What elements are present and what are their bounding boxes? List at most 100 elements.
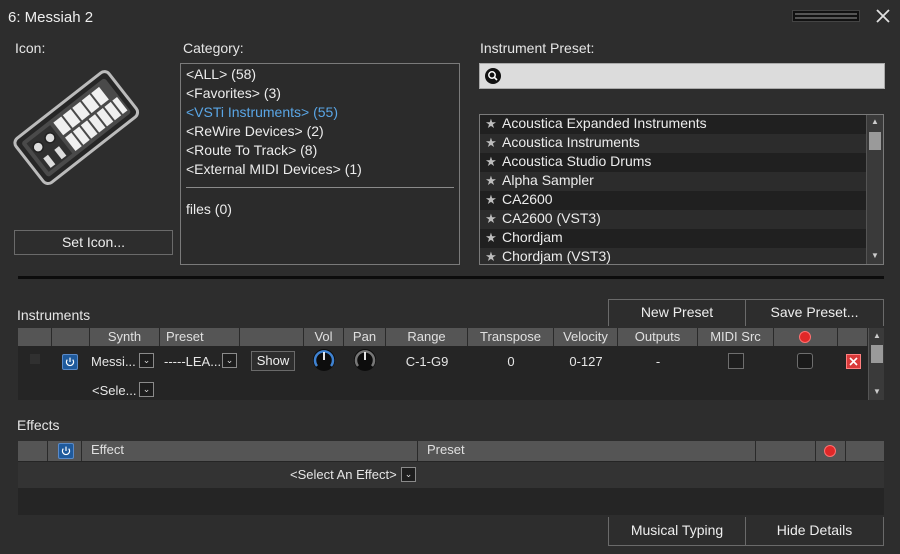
synth-column-header: Synth [90,328,160,346]
scrollbar-thumb[interactable] [869,132,881,150]
preset-list[interactable]: ★ Acoustica Expanded Instruments ★ Acousti… [479,114,884,265]
preset-list-item[interactable]: ★ Chordjam [480,229,866,248]
star-icon[interactable]: ★ [480,192,502,208]
table-header-cell [48,441,82,461]
chevron-down-icon[interactable]: ⌄ [222,353,237,368]
category-list[interactable]: <ALL> (58) <Favorites> (3) <VSTi Instrum… [180,63,460,265]
scroll-up-icon[interactable]: ▲ [871,117,879,126]
table-header-cell [52,328,90,346]
chevron-down-icon[interactable]: ⌄ [139,382,154,397]
section-divider [18,276,884,279]
scrollbar-thumb[interactable] [871,345,883,363]
star-icon[interactable]: ★ [480,230,502,246]
table-header-cell [18,328,52,346]
pan-column-header: Pan [344,328,386,346]
record-column-header [816,441,846,461]
midi-src-checkbox[interactable] [728,353,744,369]
icon-label: Icon: [15,40,46,56]
output-level-meter [792,10,860,22]
effects-select-row: <Select An Effect> ⌄ [18,462,884,488]
preset-column-header: Preset [160,328,240,346]
title-bar: 6: Messiah 2 [0,0,900,34]
search-icon [485,68,501,84]
vol-column-header: Vol [304,328,344,346]
preset-list-scrollbar[interactable]: ▲ ▼ [866,115,883,264]
synth-name: Messi... [91,354,136,369]
instruments-label: Instruments [17,307,91,323]
category-item-rewire-devices[interactable]: <ReWire Devices> (2) [186,123,324,139]
table-header-cell [240,328,304,346]
close-icon[interactable] [873,6,893,26]
transpose-column-header: Transpose [468,328,554,346]
preset-list-item[interactable]: ★ CA2600 [480,191,866,210]
table-header-cell [18,441,48,461]
category-item-all[interactable]: <ALL> (58) [186,66,256,82]
star-icon[interactable]: ★ [480,211,502,227]
velocity-value[interactable]: 0-127 [554,354,618,369]
range-value[interactable]: C-1-G9 [386,354,468,369]
category-item-vsti-instruments[interactable]: <VSTi Instruments> (55) [186,104,338,120]
preset-list-item[interactable]: ★ CA2600 (VST3) [480,210,866,229]
keyboard-controller-icon [10,58,140,193]
instruments-table: Synth Preset Vol Pan Range Transpose Vel… [18,328,884,400]
chevron-down-icon[interactable]: ⌄ [401,467,416,482]
preset-list-item[interactable]: ★ Chordjam (VST3) [480,248,866,264]
record-arm-button[interactable] [797,353,813,369]
effect-preset-column-header: Preset [418,441,756,461]
outputs-column-header: Outputs [618,328,698,346]
record-icon [799,331,811,343]
outputs-value[interactable]: - [618,354,698,369]
category-label: Category: [183,40,244,56]
category-item-route-to-track[interactable]: <Route To Track> (8) [186,142,317,158]
star-icon[interactable]: ★ [480,135,502,151]
table-header-cell [846,441,884,461]
preset-search-box[interactable] [479,63,885,89]
star-icon[interactable]: ★ [480,116,502,132]
chevron-down-icon[interactable]: ⌄ [139,353,154,368]
star-icon[interactable]: ★ [480,249,502,264]
category-item-external-midi[interactable]: <External MIDI Devices> (1) [186,161,362,177]
preset-list-item[interactable]: ★ Alpha Sampler [480,172,866,191]
scroll-down-icon[interactable]: ▼ [873,387,881,396]
velocity-column-header: Velocity [554,328,618,346]
show-button[interactable]: Show [251,351,295,371]
preset-list-item[interactable]: ★ Acoustica Expanded Instruments [480,115,866,134]
power-icon[interactable] [62,354,78,370]
category-item-files[interactable]: files (0) [186,201,232,217]
delete-icon[interactable] [846,354,861,369]
range-column-header: Range [386,328,468,346]
set-icon-button[interactable]: Set Icon... [14,230,173,255]
pan-knob[interactable] [354,349,376,371]
preset-name: -----LEA... [164,354,222,369]
select-synth-dropdown[interactable]: <Sele... [92,383,136,398]
star-icon[interactable]: ★ [480,154,502,170]
musical-typing-button[interactable]: Musical Typing [608,517,746,546]
scroll-up-icon[interactable]: ▲ [873,331,881,340]
select-effect-dropdown[interactable]: <Select An Effect> [290,467,397,482]
star-icon[interactable]: ★ [480,173,502,189]
category-divider [186,187,454,188]
window-title: 6: Messiah 2 [8,9,94,26]
preset-list-item[interactable]: ★ Acoustica Studio Drums [480,153,866,172]
volume-knob[interactable] [313,349,335,371]
preset-list-item[interactable]: ★ Acoustica Instruments [480,134,866,153]
scroll-down-icon[interactable]: ▼ [871,251,879,260]
record-icon [824,445,836,457]
new-preset-button[interactable]: New Preset [608,299,746,326]
row-drag-handle[interactable] [30,354,40,364]
hide-details-button[interactable]: Hide Details [745,517,884,546]
effects-label: Effects [17,417,60,433]
instrument-preset-label: Instrument Preset: [480,40,595,56]
table-row: Messi... ⌄ -----LEA... ⌄ Show C-1-G9 0 0… [18,347,868,375]
table-header-cell [838,328,868,346]
effects-table: Effect Preset <Select An Effect> ⌄ [18,441,884,515]
save-preset-button[interactable]: Save Preset... [745,299,884,326]
effect-column-header: Effect [82,441,418,461]
midi-src-column-header: MIDI Src [698,328,774,346]
instruments-scrollbar[interactable]: ▲ ▼ [868,328,884,400]
table-header-cell [756,441,816,461]
category-item-favorites[interactable]: <Favorites> (3) [186,85,281,101]
power-icon[interactable] [58,443,74,459]
transpose-value[interactable]: 0 [468,354,554,369]
record-column-header [774,328,838,346]
